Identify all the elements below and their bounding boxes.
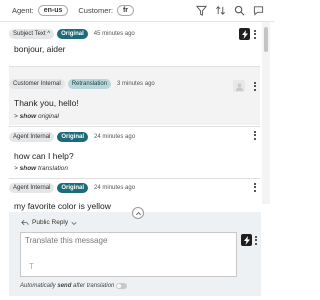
customer-language-select[interactable]: fr <box>116 5 135 16</box>
agent-language-select[interactable]: en-us <box>37 5 69 16</box>
auto-send-suffix: after translation <box>71 283 115 289</box>
chat-icon[interactable] <box>253 5 264 16</box>
auto-send-prefix: Automatically <box>20 283 58 289</box>
more-options-icon[interactable] <box>252 182 257 193</box>
timestamp: 3 minutes ago <box>117 80 155 87</box>
reply-arrow-icon <box>21 219 29 226</box>
link-target: translation <box>38 165 69 172</box>
reply-placeholder: Translate this message <box>25 236 108 245</box>
more-options-icon[interactable] <box>252 81 257 92</box>
divider <box>9 178 260 179</box>
original-tag: Original <box>57 131 89 142</box>
original-tag: Original <box>57 182 89 193</box>
message-header: Agent Internal Original 24 minutes ago <box>9 181 260 194</box>
show-original-link[interactable]: > show original <box>14 113 59 120</box>
timestamp: 24 minutes ago <box>94 184 136 191</box>
message-text: how can I help? <box>14 151 74 161</box>
customer-label: Customer: <box>78 6 113 15</box>
search-icon[interactable] <box>234 5 245 16</box>
translate-bolt-icon[interactable] <box>239 28 250 40</box>
reply-mode-dropdown[interactable]: Public Reply <box>21 219 77 226</box>
text-format-icon: T <box>29 262 34 271</box>
top-bar: Agent: en-us Customer: fr <box>0 0 274 22</box>
auto-send-label: Automatically send after translation <box>20 283 114 289</box>
auto-send-toggle[interactable] <box>116 283 127 289</box>
subject-text-tag[interactable]: Subject Text ^ <box>9 28 55 39</box>
message-text: Thank you, hello! <box>14 98 79 108</box>
auto-send-bold: send <box>57 283 72 289</box>
message-header: Subject Text ^ Original 45 minutes ago <box>9 27 260 40</box>
show-translation-link[interactable]: > show translation <box>14 165 68 172</box>
more-options-icon[interactable] <box>252 130 257 141</box>
customer-internal-tag: Customer Internal <box>9 78 65 89</box>
link-action: show <box>19 165 37 172</box>
filter-icon[interactable] <box>196 5 207 16</box>
agent-internal-tag: Agent Internal <box>9 131 55 142</box>
agent-label: Agent: <box>12 6 34 15</box>
translate-bolt-icon[interactable] <box>241 234 252 246</box>
message-header: Customer Internal Retranslation 3 minute… <box>9 77 260 90</box>
chevron-down-icon <box>71 221 77 225</box>
message-header: Agent Internal Original 24 minutes ago <box>9 130 260 143</box>
original-tag: Original <box>57 28 88 39</box>
avatar <box>233 80 245 92</box>
divider <box>9 126 260 127</box>
agent-internal-tag: Agent Internal <box>9 182 55 193</box>
link-target: original <box>38 113 60 120</box>
message-text: my favorite color is yellow <box>14 201 111 211</box>
more-options-icon[interactable] <box>252 29 257 40</box>
more-options-icon[interactable] <box>253 235 258 246</box>
link-action: show <box>19 113 37 120</box>
message-text: bonjour, aider <box>14 44 66 54</box>
timestamp: 45 minutes ago <box>93 30 135 37</box>
sort-icon[interactable] <box>215 5 226 16</box>
retranslation-tag: Retranslation <box>67 78 112 89</box>
collapse-button[interactable] <box>132 207 144 219</box>
timestamp: 24 minutes ago <box>94 133 136 140</box>
reply-mode-label: Public Reply <box>32 219 69 226</box>
scrollbar-thumb[interactable] <box>264 27 268 52</box>
